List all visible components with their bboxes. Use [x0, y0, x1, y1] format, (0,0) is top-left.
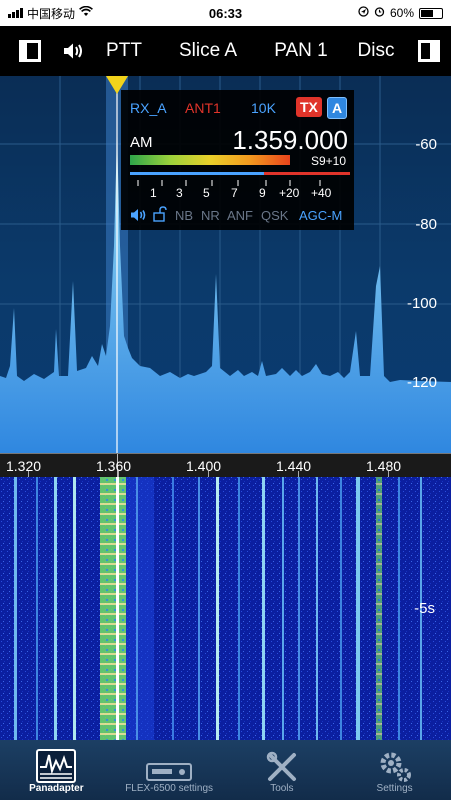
pan-select-button[interactable]: PAN 1: [256, 26, 346, 76]
alarm-icon: [374, 6, 385, 20]
wifi-icon: [79, 5, 93, 20]
status-bar: 中国移动 06:33 60%: [0, 0, 451, 26]
battery-icon: [419, 7, 443, 19]
s-meter-label: +40: [311, 186, 332, 200]
carrier-name: 中国移动: [27, 6, 76, 21]
dbm-label-60: -60: [415, 136, 437, 153]
s-meter-label: 7: [231, 186, 238, 200]
frequency-display[interactable]: 1.359.000: [232, 125, 348, 156]
waterfall-display[interactable]: -5s: [0, 477, 451, 740]
clock: 06:33: [208, 5, 243, 21]
sidebar-left-icon: [19, 40, 41, 62]
tab-tools[interactable]: Tools: [226, 740, 339, 800]
freq-label: 1.320: [6, 458, 42, 474]
nb-toggle[interactable]: NB: [175, 208, 193, 223]
tab-label: FLEX-6500 settings: [125, 783, 214, 794]
dbm-label-80: -80: [415, 216, 437, 233]
tab-label: Tools: [270, 783, 294, 794]
freq-label: 1.440: [276, 458, 312, 474]
s-meter-label: 5: [203, 186, 210, 200]
dbm-label-120: -120: [406, 374, 437, 391]
slice-badge[interactable]: A: [327, 97, 348, 119]
rx-label[interactable]: RX_A: [130, 100, 167, 116]
tab-label: Panadapter: [29, 783, 84, 794]
s-meter-label: +20: [279, 186, 300, 200]
freq-label: 1.480: [366, 458, 402, 474]
unlock-icon[interactable]: [153, 206, 167, 222]
sidebar-left-button[interactable]: [0, 26, 60, 76]
qsk-toggle[interactable]: QSK: [261, 208, 288, 223]
slice-select-button[interactable]: Slice A: [160, 26, 256, 76]
tab-radio-settings[interactable]: FLEX-6500 settings: [113, 740, 226, 800]
slice-info-panel[interactable]: RX_A ANT1 10K TX A AM 1.359.000 S9+10 1 …: [121, 90, 354, 230]
freq-label: 1.400: [186, 458, 222, 474]
panadapter-icon: [36, 749, 77, 783]
frequency-scale[interactable]: 1.320 1.360 1.400 1.440 1.480: [0, 453, 451, 478]
tab-settings[interactable]: Settings: [338, 740, 451, 800]
bottom-tab-bar: Panadapter FLEX-6500 settings Tools Sett…: [0, 740, 451, 800]
radio-icon: [146, 763, 193, 781]
waterfall-canvas: [0, 477, 451, 740]
dbm-label-100: -100: [406, 295, 437, 312]
freq-label: 1.360: [96, 458, 132, 474]
gear-icon: [380, 752, 411, 782]
s-reading: S9+10: [310, 154, 346, 168]
tools-icon: [266, 751, 296, 781]
disconnect-button[interactable]: Disc: [346, 26, 406, 76]
sidebar-right-button[interactable]: [406, 26, 451, 76]
signal-strength-icon: [8, 8, 23, 18]
battery-percent: 60%: [389, 6, 414, 20]
top-toolbar: PTT Slice A PAN 1 Disc: [0, 26, 451, 76]
slice-audio-icon[interactable]: [130, 208, 148, 222]
speaker-button[interactable]: [60, 26, 88, 76]
s-meter-ticks: [130, 175, 350, 186]
s-meter-label: 9: [259, 186, 266, 200]
tx-badge[interactable]: TX: [296, 97, 322, 117]
agc-mode-button[interactable]: AGC-M: [299, 208, 342, 223]
speaker-icon: [64, 43, 82, 59]
s-meter-label: 3: [176, 186, 183, 200]
sidebar-right-icon: [417, 40, 440, 62]
waterfall-time-label: -5s: [414, 600, 435, 617]
s-meter-bar: [130, 155, 290, 165]
mode-label[interactable]: AM: [130, 134, 153, 151]
ptt-button[interactable]: PTT: [88, 26, 160, 76]
anf-toggle[interactable]: ANF: [227, 208, 253, 223]
location-icon: [358, 6, 369, 20]
tab-label: Settings: [376, 783, 413, 794]
antenna-label[interactable]: ANT1: [185, 100, 221, 116]
nr-toggle[interactable]: NR: [201, 208, 220, 223]
s-meter-label: 1: [150, 186, 157, 200]
tab-panadapter[interactable]: Panadapter: [0, 740, 113, 800]
filter-label[interactable]: 10K: [251, 100, 276, 116]
